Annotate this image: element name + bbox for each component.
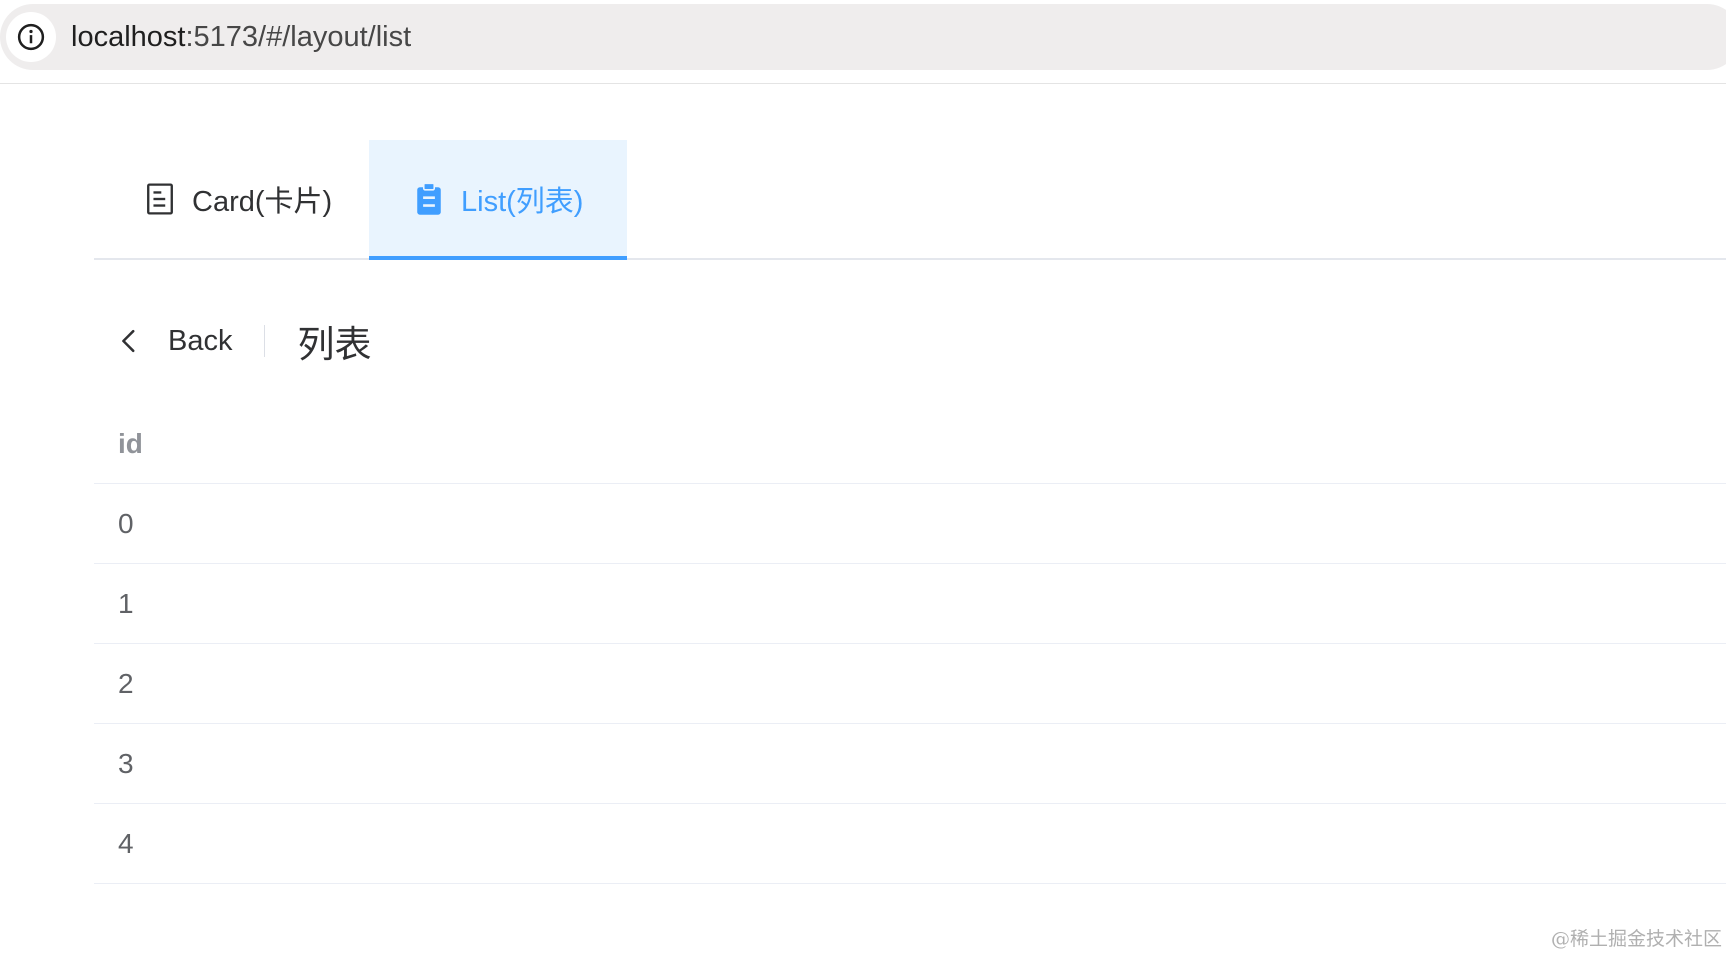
tab-list-label: List(列表) xyxy=(461,186,584,218)
url-path: :5173/#/layout/list xyxy=(185,21,412,53)
table-row[interactable]: 2 xyxy=(94,644,1726,724)
tab-bar: Card(卡片) List(列表) xyxy=(94,140,1726,260)
browser-toolbar: localhost:5173/#/layout/list xyxy=(0,0,1726,84)
page-header: Back 列表 xyxy=(118,318,371,365)
info-icon xyxy=(17,23,45,51)
watermark: @稀土掘金技术社区 xyxy=(1550,928,1722,950)
table-row[interactable]: 1 xyxy=(94,564,1726,644)
site-info-button[interactable] xyxy=(6,12,56,62)
page-title: 列表 xyxy=(297,324,372,365)
document-icon xyxy=(147,183,173,215)
tab-card[interactable]: Card(卡片) xyxy=(144,140,332,258)
back-label: Back xyxy=(168,324,233,357)
data-table: id 0 1 2 3 4 xyxy=(94,404,1726,884)
header-divider xyxy=(264,325,266,357)
tab-list[interactable]: List(列表) xyxy=(369,140,627,260)
table-row[interactable]: 3 xyxy=(94,724,1726,804)
back-button[interactable]: Back xyxy=(118,325,232,358)
url-host: localhost xyxy=(71,21,186,53)
tab-card-label: Card(卡片) xyxy=(192,186,333,218)
address-bar[interactable]: localhost:5173/#/layout/list xyxy=(0,4,1726,70)
clipboard-icon xyxy=(417,182,441,215)
table-header-id: id xyxy=(94,404,1726,484)
table-row[interactable]: 0 xyxy=(94,484,1726,564)
chevron-left-icon xyxy=(122,329,135,353)
url-text[interactable]: localhost:5173/#/layout/list xyxy=(71,4,411,70)
table-row[interactable]: 4 xyxy=(94,804,1726,884)
active-tab-indicator xyxy=(369,256,627,260)
